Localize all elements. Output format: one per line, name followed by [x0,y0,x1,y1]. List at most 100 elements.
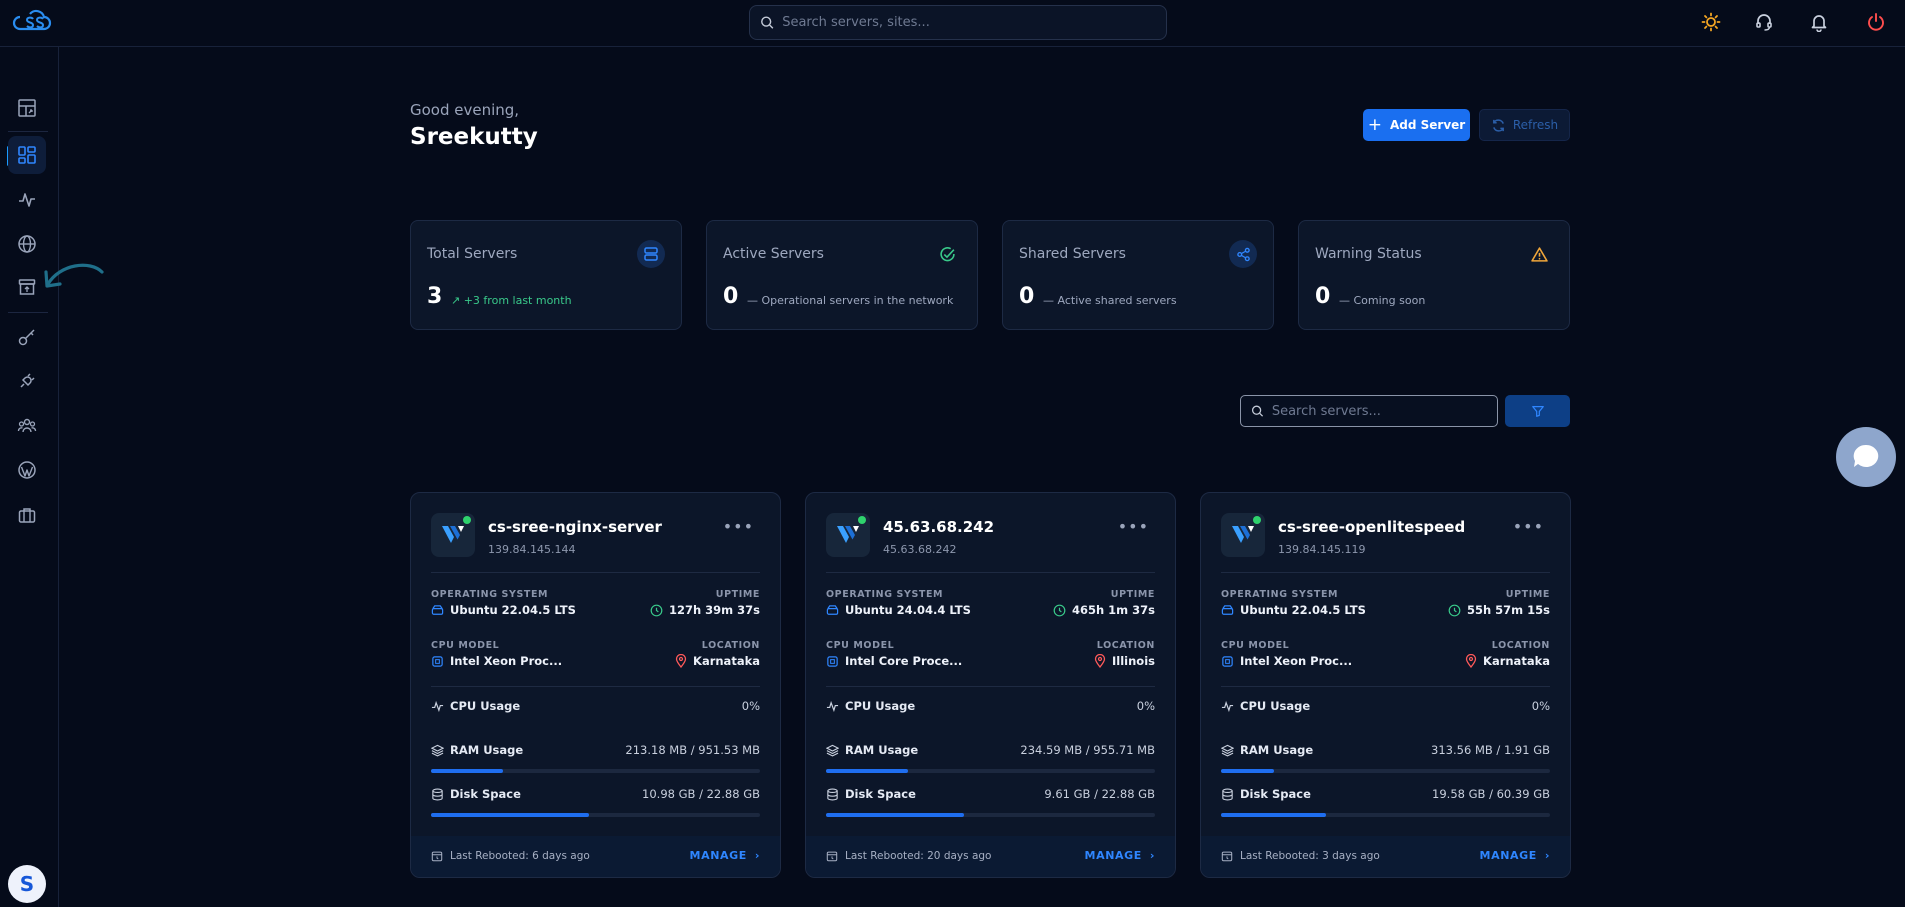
uptime-value: 465h 1m 37s [1053,603,1155,617]
sidebar-item-team[interactable] [8,407,46,445]
activity-pulse-icon [19,193,35,207]
location-text: Illinois [1112,654,1155,668]
map-pin-icon [1465,654,1477,668]
server-card[interactable]: cs-sree-nginx-server 139.84.145.144 ••• … [410,492,781,878]
pointer-arrow-icon [44,263,104,288]
stat-card-active-servers: Active Servers 0 — Operational servers i… [706,220,978,330]
cpu-usage-label: CPU Usage [826,699,915,713]
manage-server-link[interactable]: MANAGE › [1085,849,1155,862]
server-name[interactable]: cs-sree-openlitespeed [1278,518,1465,536]
power-logout-icon[interactable] [1864,10,1888,34]
stat-card-warning-status: Warning Status 0 — Coming soon [1298,220,1570,330]
refresh-button[interactable]: Refresh [1479,109,1570,141]
global-search[interactable] [749,5,1167,40]
refresh-label: Refresh [1512,118,1559,132]
plug-icon [20,373,35,388]
card-divider [826,686,1155,687]
vultr-logo-icon [826,513,870,557]
location-text: Karnataka [1483,654,1550,668]
disk-space-bar-fill [826,813,965,817]
ram-usage-bar-fill [826,769,909,773]
stat-value: 0 [1315,284,1331,309]
notifications-bell-icon[interactable] [1807,10,1831,34]
server-search[interactable] [1240,395,1498,427]
disk-space-bar [1221,813,1550,817]
location-text: Karnataka [693,654,760,668]
cpu-usage-value: 0% [1531,699,1550,713]
more-options-icon[interactable]: ••• [723,517,754,536]
ram-usage-text: RAM Usage [1240,743,1314,757]
filter-funnel-icon [1531,406,1544,417]
server-card[interactable]: cs-sree-openlitespeed 139.84.145.119 •••… [1200,492,1571,878]
server-name[interactable]: cs-sree-nginx-server [488,518,662,536]
card-divider [826,572,1155,573]
greeting-text: Good evening, [410,101,520,119]
user-avatar[interactable]: S [8,865,46,903]
cpu-usage-text: CPU Usage [845,699,916,713]
server-card[interactable]: 45.63.68.242 45.63.68.242 ••• OPERATING … [805,492,1176,878]
os-drive-icon [1221,604,1234,615]
location-label: LOCATION [1096,640,1155,651]
add-server-button[interactable]: + Add Server [1363,109,1470,141]
manage-server-link[interactable]: MANAGE › [1480,849,1550,862]
database-icon [1222,788,1233,800]
stat-sub-text: Operational servers in the network [761,294,954,307]
ram-usage-bar-fill [1221,769,1274,773]
server-ip: 139.84.145.119 [1278,543,1366,556]
server-name[interactable]: 45.63.68.242 [883,518,994,536]
sidebar-item-servers[interactable] [8,136,46,174]
uptime-label: UPTIME [1110,589,1155,600]
uptime-label: UPTIME [1505,589,1550,600]
chevron-right-icon: › [754,849,760,862]
uptime-value: 127h 39m 37s [650,603,760,617]
vultr-logo-icon [431,513,475,557]
server-icon [637,240,665,268]
sidebar-item-business[interactable] [8,496,46,534]
ram-usage-label: RAM Usage [826,743,918,757]
calendar-clock-icon [431,851,443,862]
online-status-dot [463,516,471,524]
server-search-input[interactable] [1271,403,1497,419]
more-options-icon[interactable]: ••• [1118,517,1149,536]
stat-title: Shared Servers [1019,246,1126,262]
plus-icon: + [1367,114,1382,135]
os-drive-icon [431,604,444,615]
uptime-text: 127h 39m 37s [668,603,760,617]
global-search-input[interactable] [782,15,1166,30]
sidebar-item-sites[interactable] [8,225,46,263]
sidebar-item-overview[interactable] [8,89,46,127]
sidebar-item-wordpress[interactable] [8,451,46,489]
app-logo[interactable] [10,9,54,35]
disk-space-bar [431,813,760,817]
location-value: Illinois [1094,654,1155,668]
cpu-model-value: Intel Xeon Proc... [431,654,562,668]
cpu-model-value: Intel Core Proce... [826,654,962,668]
chevron-right-icon: › [1544,849,1550,862]
sidebar-item-integrations[interactable] [8,362,46,400]
cpu-chip-icon [432,655,443,667]
key-icon [18,329,35,346]
more-options-icon[interactable]: ••• [1513,517,1544,536]
os-drive-icon [826,604,839,615]
os-text: Ubuntu 24.04.4 LTS [845,603,971,617]
stat-sub: — Coming soon [1339,294,1426,307]
ram-usage-value: 313.56 MB / 1.91 GB [1431,743,1550,757]
uptime-text: 55h 57m 15s [1466,603,1550,617]
card-divider [1221,686,1550,687]
activity-icon [826,700,839,712]
ram-usage-text: RAM Usage [845,743,919,757]
cpu-model-text: Intel Core Proce... [845,654,963,668]
map-pin-icon [675,654,687,668]
manage-server-link[interactable]: MANAGE › [690,849,760,862]
sidebar-item-keys[interactable] [8,318,46,356]
server-ip: 45.63.68.242 [883,543,957,556]
location-label: LOCATION [1491,640,1550,651]
theme-toggle-sun-icon[interactable] [1699,10,1723,34]
cpu-usage-value: 0% [741,699,760,713]
filter-button[interactable] [1505,395,1570,427]
sidebar-item-monitoring[interactable] [8,181,46,219]
check-circle-icon [933,240,961,268]
chat-widget-button[interactable] [1836,427,1896,487]
card-footer: Last Rebooted: 20 days ago MANAGE › [806,836,1175,877]
support-headset-icon[interactable] [1752,10,1776,34]
